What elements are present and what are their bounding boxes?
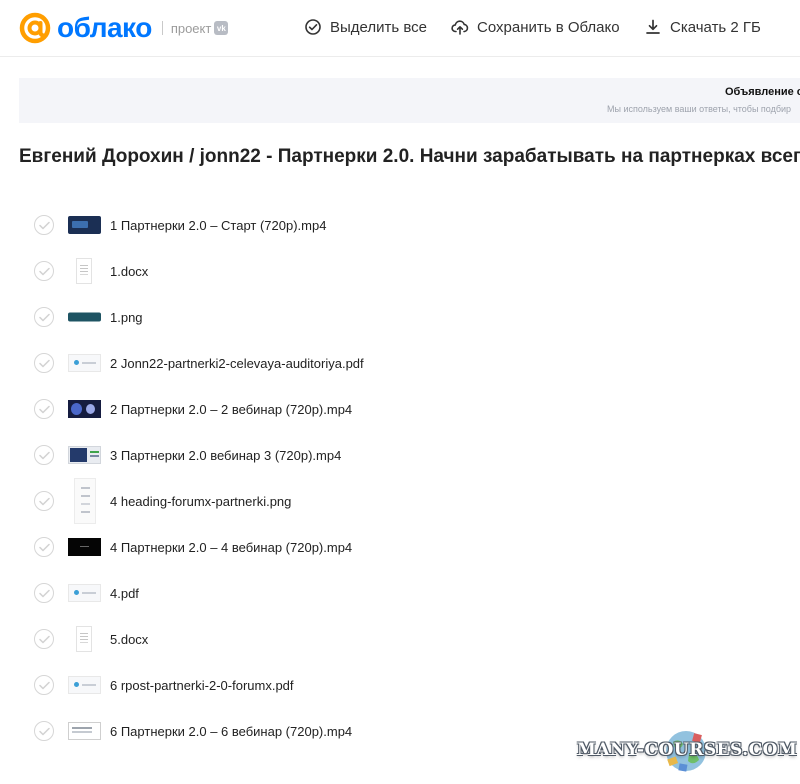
file-name[interactable]: 1.docx (110, 264, 148, 279)
pdf-thumbnail (68, 354, 101, 372)
banner-title: Объявление о (725, 86, 800, 98)
checkmark-icon (38, 497, 50, 505)
download-button[interactable]: Скачать 2 ГБ (644, 18, 761, 36)
download-icon (646, 19, 660, 34)
file-row[interactable]: 1.png (0, 295, 800, 341)
select-checkbox[interactable] (34, 307, 54, 327)
mail-at-logo-icon (19, 12, 51, 44)
image-thumbnail (68, 312, 101, 322)
folder-title: Евгений Дорохин / jonn22 - Партнерки 2.0… (19, 146, 800, 167)
check-circle-icon (305, 19, 321, 35)
video-thumbnail (68, 538, 101, 556)
video-thumbnail (68, 400, 101, 418)
file-name[interactable]: 1.png (110, 310, 143, 325)
file-name[interactable]: 4 heading-forumx-partnerki.png (110, 494, 291, 509)
file-row[interactable]: 2 Партнерки 2.0 – 2 вебинар (720p).mp4 (0, 387, 800, 433)
image-thumbnail (74, 478, 96, 524)
cloud-upload-icon (451, 20, 469, 35)
select-checkbox[interactable] (34, 353, 54, 373)
file-row[interactable]: 1.docx (0, 249, 800, 295)
file-row[interactable]: 5.docx (0, 617, 800, 663)
top-header: облако проект vk Выделить все Сохранить … (0, 0, 800, 57)
video-thumbnail (68, 722, 101, 740)
select-checkbox[interactable] (34, 583, 54, 603)
select-all-button[interactable]: Выделить все (304, 18, 427, 36)
select-checkbox[interactable] (34, 721, 54, 741)
logo-word: облако (57, 12, 152, 43)
file-name[interactable]: 1 Партнерки 2.0 – Старт (720p).mp4 (110, 218, 326, 233)
select-checkbox[interactable] (34, 445, 54, 465)
logo-divider (161, 21, 163, 35)
file-name[interactable]: 4 Партнерки 2.0 – 4 вебинар (720p).mp4 (110, 540, 352, 555)
select-checkbox[interactable] (34, 399, 54, 419)
checkmark-icon (38, 635, 50, 643)
file-row[interactable]: 4 Партнерки 2.0 – 4 вебинар (720p).mp4 (0, 525, 800, 571)
save-to-cloud-button[interactable]: Сохранить в Облако (451, 18, 620, 36)
file-row[interactable]: 4 heading-forumx-partnerki.png (0, 478, 800, 525)
checkmark-icon (38, 221, 50, 229)
file-name[interactable]: 6 Партнерки 2.0 – 6 вебинар (720p).mp4 (110, 724, 352, 739)
file-row[interactable]: 3 Партнерки 2.0 вебинар 3 (720p).mp4 (0, 433, 800, 479)
pdf-thumbnail (68, 584, 101, 602)
file-name[interactable]: 5.docx (110, 632, 148, 647)
project-label: проект (170, 20, 212, 36)
download-label: Скачать 2 ГБ (670, 18, 761, 36)
vk-badge-icon: vk (214, 21, 229, 35)
file-row[interactable]: 1 Партнерки 2.0 – Старт (720p).mp4 (0, 203, 800, 249)
watermark: MANY-COURSES.COM (575, 728, 800, 784)
banner-subtitle: Мы используем ваши ответы, чтобы подбир (607, 104, 792, 114)
file-name[interactable]: 6 rpost-partnerki-2-0-forumx.pdf (110, 678, 294, 693)
file-row[interactable]: 2 Jonn22-partnerki2-celevaya-auditoriya.… (0, 341, 800, 387)
video-thumbnail (68, 446, 101, 464)
checkmark-icon (38, 313, 50, 321)
checkmark-icon (38, 451, 50, 459)
file-name[interactable]: 2 Партнерки 2.0 – 2 вебинар (720p).mp4 (110, 402, 352, 417)
checkmark-icon (38, 543, 50, 551)
file-row[interactable]: 4.pdf (0, 571, 800, 617)
document-thumbnail (76, 626, 92, 652)
select-checkbox[interactable] (34, 629, 54, 649)
checkmark-icon (38, 681, 50, 689)
save-to-cloud-label: Сохранить в Облако (477, 18, 620, 36)
select-checkbox[interactable] (34, 537, 54, 557)
checkmark-icon (38, 589, 50, 597)
cloud-logo[interactable]: облако проект vk (18, 11, 229, 45)
file-row[interactable]: 6 rpost-partnerki-2-0-forumx.pdf (0, 663, 800, 709)
file-name[interactable]: 4.pdf (110, 586, 139, 601)
announcement-banner[interactable]: Объявление о Мы используем ваши ответы, … (19, 78, 800, 123)
select-checkbox[interactable] (34, 491, 54, 511)
file-name[interactable]: 3 Партнерки 2.0 вебинар 3 (720p).mp4 (110, 448, 341, 463)
checkmark-icon (38, 405, 50, 413)
document-thumbnail (76, 258, 92, 284)
checkmark-icon (38, 267, 50, 275)
select-checkbox[interactable] (34, 675, 54, 695)
select-checkbox[interactable] (34, 261, 54, 281)
select-all-label: Выделить все (330, 18, 428, 36)
video-thumbnail (68, 216, 101, 234)
pdf-thumbnail (68, 676, 101, 694)
checkmark-icon (38, 359, 50, 367)
checkmark-icon (38, 727, 50, 735)
watermark-text: MANY-COURSES.COM (577, 740, 798, 760)
file-name[interactable]: 2 Jonn22-partnerki2-celevaya-auditoriya.… (110, 356, 364, 371)
select-checkbox[interactable] (34, 215, 54, 235)
